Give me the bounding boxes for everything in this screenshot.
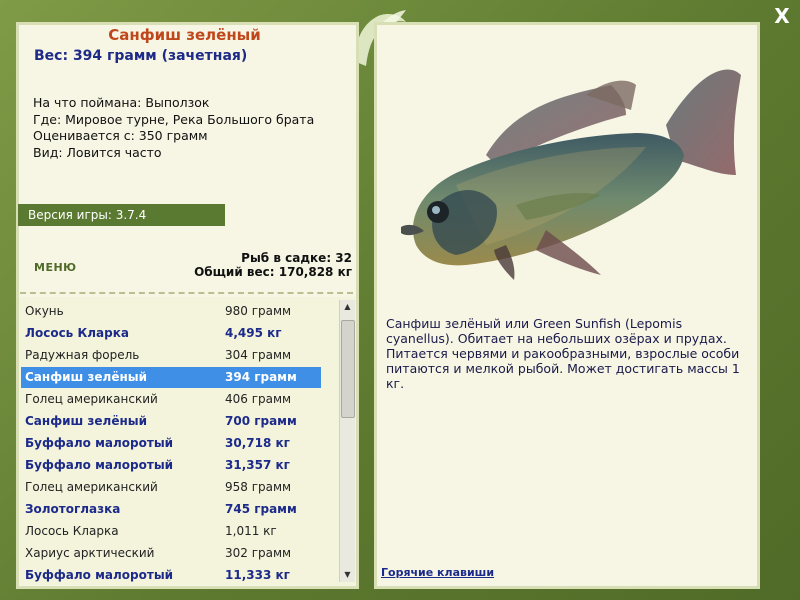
fish-description: Санфиш зелёный или Green Sunfish (Lepomi… bbox=[386, 316, 740, 391]
fish-name: Радужная форель bbox=[25, 348, 140, 362]
fish-name: Лосось Кларка bbox=[25, 326, 129, 340]
fish-name: Голец американский bbox=[25, 392, 158, 406]
menu-button[interactable]: МЕНЮ bbox=[34, 261, 77, 274]
hotkeys-link[interactable]: Горячие клавиши bbox=[381, 566, 494, 579]
scroll-down-icon[interactable]: ▼ bbox=[340, 568, 355, 582]
list-item[interactable]: Голец американский 406 грамм bbox=[21, 389, 321, 410]
fish-weight-value: 406 грамм bbox=[225, 392, 292, 406]
list-item[interactable]: Хариус арктический 302 грамм bbox=[21, 543, 321, 564]
fish-weight-value: 30,718 кг bbox=[225, 436, 290, 450]
fish-name: Золотоглазка bbox=[25, 502, 121, 516]
version-bar: Версия игры: 3.7.4 bbox=[18, 204, 225, 226]
keepnet-total-weight: Общий вес: 170,828 кг bbox=[194, 265, 352, 279]
fish-weight-value: 394 грамм bbox=[225, 370, 297, 384]
fish-weight-value: 4,495 кг bbox=[225, 326, 282, 340]
list-item[interactable]: Лосось Кларка 4,495 кг bbox=[21, 323, 321, 344]
fish-weight-value: 745 грамм bbox=[225, 502, 297, 516]
fish-weight-value: 11,333 кг bbox=[225, 568, 290, 582]
fish-weight-value: 958 грамм bbox=[225, 480, 292, 494]
fish-name: Лосось Кларка bbox=[25, 524, 119, 538]
fish-name: Буффало малоротый bbox=[25, 458, 174, 472]
list-item[interactable]: Радужная форель 304 грамм bbox=[21, 345, 321, 366]
fish-name: Хариус арктический bbox=[25, 546, 155, 560]
list-item[interactable]: Голец американский 958 грамм bbox=[21, 477, 321, 498]
fish-weight-value: 302 грамм bbox=[225, 546, 292, 560]
list-scrollbar[interactable]: ▲ ▼ bbox=[339, 300, 355, 582]
divider bbox=[20, 292, 353, 294]
fish-info: На что поймана: Выползок Где: Мировое ту… bbox=[33, 95, 314, 161]
scroll-up-icon[interactable]: ▲ bbox=[340, 300, 355, 314]
fish-weight-value: 700 грамм bbox=[225, 414, 297, 428]
fish-weight: Вес: 394 грамм (зачетная) bbox=[34, 48, 248, 64]
list-item-selected[interactable]: Санфиш зелёный 394 грамм bbox=[21, 367, 321, 388]
list-item[interactable]: Буффало малоротый 30,718 кг bbox=[21, 433, 321, 454]
fish-name: Санфиш зелёный bbox=[25, 370, 148, 384]
fish-name: Буффало малоротый bbox=[25, 568, 174, 582]
fish-weight-value: 980 грамм bbox=[225, 304, 292, 318]
fish-weight-value: 1,011 кг bbox=[225, 524, 277, 538]
keepnet-count: Рыб в садке: 32 bbox=[241, 251, 352, 265]
scroll-thumb[interactable] bbox=[341, 320, 355, 418]
fish-name: Санфиш зелёный bbox=[25, 414, 148, 428]
list-item[interactable]: Золотоглазка 745 грамм bbox=[21, 499, 321, 520]
fish-illustration bbox=[401, 69, 741, 280]
close-button[interactable]: X bbox=[770, 4, 794, 28]
fish-title: Санфиш зелёный bbox=[108, 26, 261, 44]
fish-weight-value: 31,357 кг bbox=[225, 458, 290, 472]
fish-list: Окунь 980 грамм Лосось Кларка 4,495 кг Рад… bbox=[19, 297, 356, 585]
fish-name: Голец американский bbox=[25, 480, 158, 494]
fish-name: Окунь bbox=[25, 304, 64, 318]
location-line: Где: Мировое турне, Река Большого брата bbox=[33, 111, 315, 127]
list-item[interactable]: Лосось Кларка 1,011 кг bbox=[21, 521, 321, 542]
fish-weight-value: 304 грамм bbox=[225, 348, 292, 362]
list-item[interactable]: Санфиш зелёный 700 грамм bbox=[21, 411, 321, 432]
fish-name: Буффало малоротый bbox=[25, 436, 174, 450]
bait-line: На что поймана: Выползок bbox=[33, 95, 210, 110]
list-item[interactable]: Окунь 980 грамм bbox=[21, 301, 321, 322]
list-item[interactable]: Буффало малоротый 11,333 кг bbox=[21, 565, 321, 585]
threshold-line: Оценивается с: 350 грамм bbox=[33, 128, 208, 143]
species-line: Вид: Ловится часто bbox=[33, 144, 162, 160]
list-item[interactable]: Буффало малоротый 31,357 кг bbox=[21, 455, 321, 476]
